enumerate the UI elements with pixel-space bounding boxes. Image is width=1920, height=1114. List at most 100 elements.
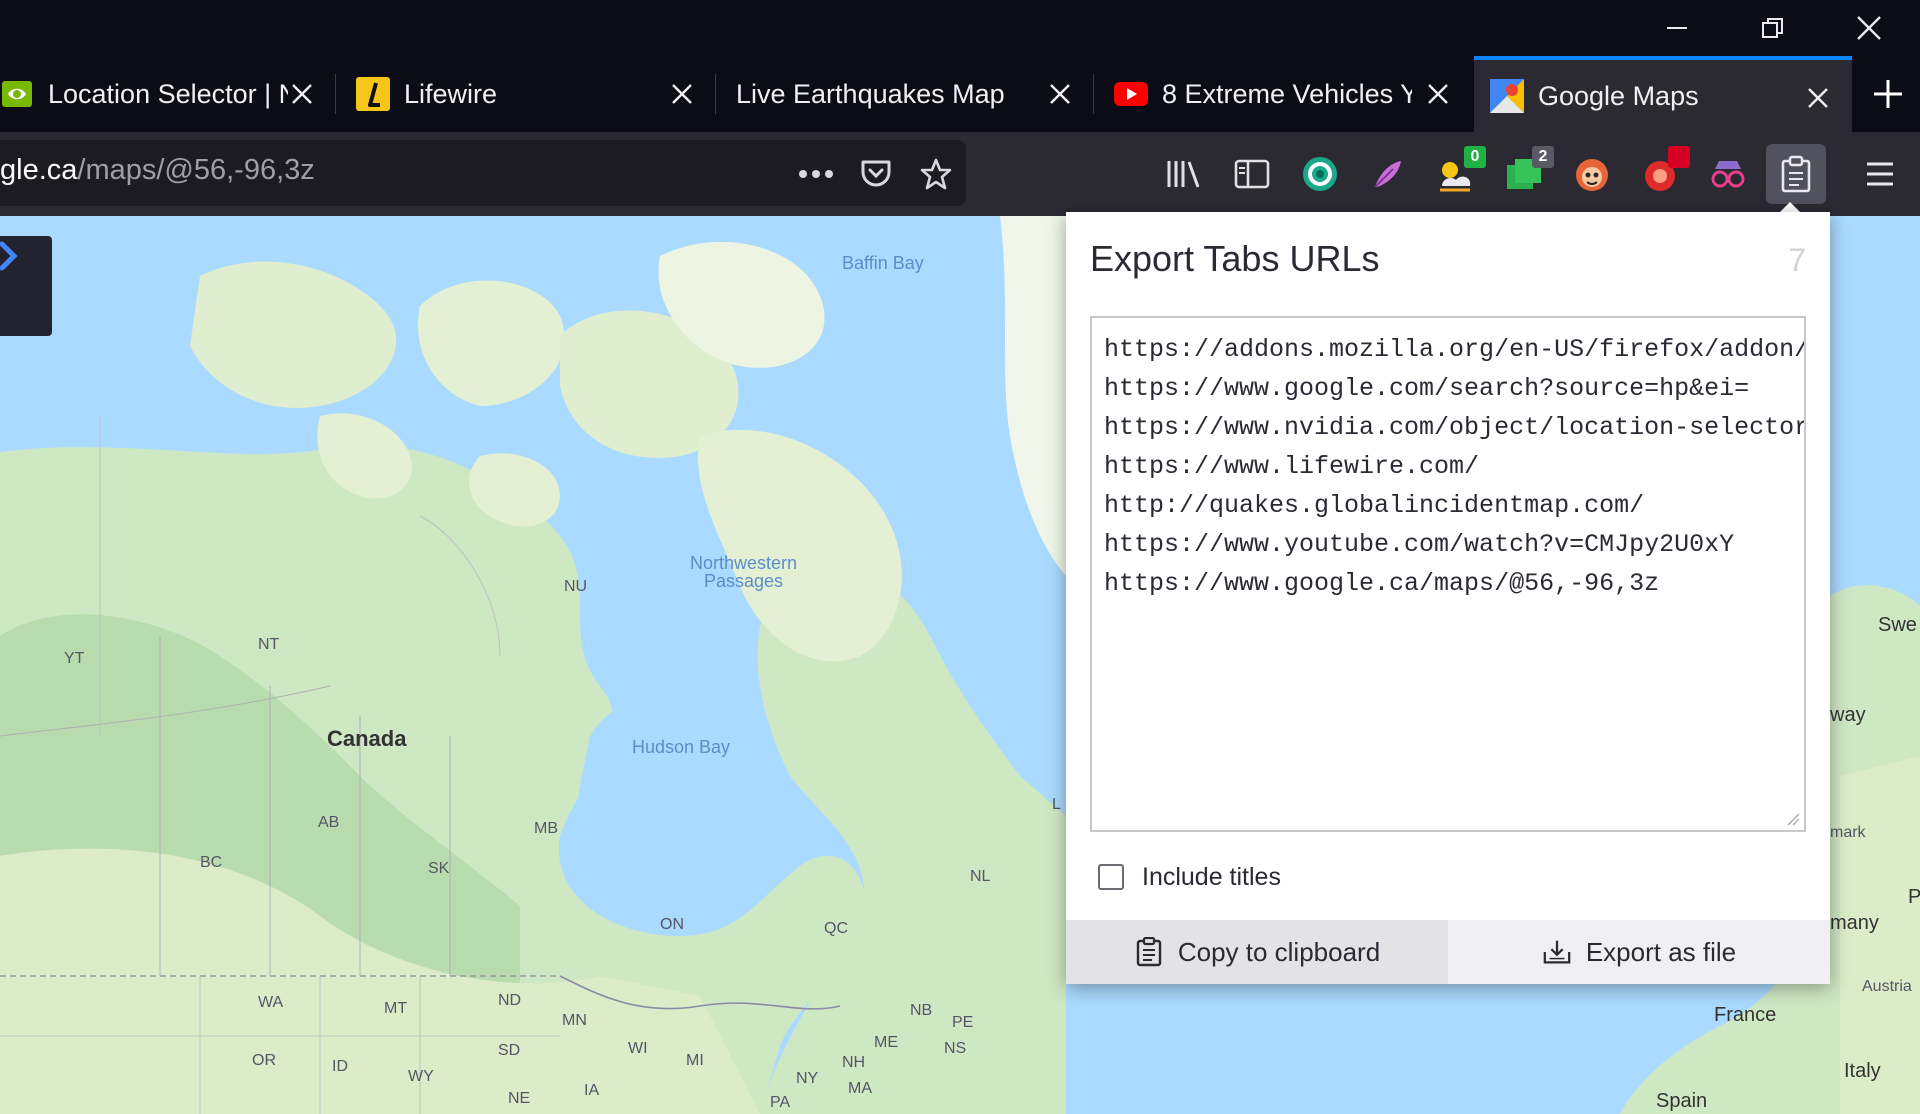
library-icon[interactable] [1162,152,1206,196]
alert-extension-icon[interactable] [1638,146,1690,196]
tab-count: 7 [1788,242,1806,278]
tab-live-earthquakes[interactable]: Live Earthquakes Map [716,56,1094,132]
map-sidebar-toggle[interactable] [0,236,52,336]
url-line: https://www.google.com/search?source=hp&… [1104,374,1750,403]
map-label-ia: IA [584,1082,600,1099]
chevron-right-icon [0,241,18,271]
tab-close-icon[interactable] [668,80,696,108]
map-label-way: way [1830,704,1866,726]
map-label-p: P [1908,886,1920,908]
page-actions-icon[interactable] [796,154,836,194]
google-maps-favicon [1490,79,1524,113]
nvidia-favicon [0,77,34,111]
map-label-nu: NU [564,578,588,595]
menu-hamburger-icon[interactable] [1858,152,1902,196]
map-label-qc: QC [824,920,848,937]
pocket-icon[interactable] [856,154,896,194]
map-label-canada: Canada [327,726,407,751]
map-label-nl: NL [970,868,991,885]
incognito-extension-icon[interactable] [1706,152,1750,196]
map-label-mt: MT [384,1000,408,1017]
tab-close-icon[interactable] [1424,80,1452,108]
url-bar[interactable]: gle.ca/maps/@56,-96,3z [0,140,966,206]
urls-textarea[interactable]: https://addons.mozilla.org/en-US/firefox… [1090,316,1806,832]
lifewire-favicon [356,77,390,111]
map-label-wy: WY [408,1068,434,1085]
map-label-mn: MN [562,1012,587,1029]
map-label-wi: WI [628,1040,648,1057]
sidebar-icon[interactable] [1230,152,1274,196]
map-label-sk: SK [428,860,450,877]
copy-to-clipboard-button[interactable]: Copy to clipboard [1066,920,1448,984]
map-label-many: many [1830,912,1879,934]
tab-google-maps[interactable]: Google Maps [1474,56,1852,132]
map-label-ma: MA [848,1080,872,1097]
map-label-pa: PA [770,1094,791,1111]
map-label-pe: PE [952,1014,974,1031]
url-line: https://www.google.ca/maps/@56,-96,3z [1104,569,1660,598]
tab-strip: Location Selector | NVIDIA Lifewire Live… [0,56,1920,132]
map-label-nb: NB [910,1002,933,1019]
map-label-ns: NS [944,1040,967,1057]
map-label-yt: YT [64,650,85,667]
new-tab-button[interactable] [1866,72,1910,116]
close-icon [1857,16,1881,40]
tab-counter-extension-icon[interactable]: 2 [1502,146,1554,196]
tab-close-icon[interactable] [1046,80,1074,108]
url-text[interactable]: gle.ca/maps/@56,-96,3z [0,154,315,187]
include-titles-row[interactable]: Include titles [1098,860,1281,894]
popup-actions: Copy to clipboard Export as file [1066,920,1830,984]
map-label-nd: ND [498,992,522,1009]
monkey-extension-icon[interactable] [1570,152,1614,196]
plus-icon [1874,80,1902,108]
export-button-label: Export as file [1585,936,1737,967]
restore-button[interactable] [1744,6,1802,50]
map-label-hudson-bay: Hudson Bay [632,737,731,757]
sync-extension-icon[interactable] [1298,152,1342,196]
map-label-me: ME [874,1034,898,1051]
map-label-italy: Italy [1844,1060,1881,1082]
map-label-nh: NH [842,1054,866,1071]
badge-count: 0 [1464,146,1486,168]
map-label-sd: SD [498,1042,521,1059]
map-label-austria: Austria [1862,978,1912,995]
map-label-northwestern-passages: Northwestern Passages [690,553,798,591]
feather-extension-icon[interactable] [1366,152,1410,196]
tab-youtube[interactable]: 8 Extreme Vehicles You [1094,56,1472,132]
badge-count: 2 [1532,146,1554,168]
resize-grip-icon[interactable] [1784,810,1800,826]
clipboard-icon [1781,155,1811,193]
tab-lifewire[interactable]: Lifewire [336,56,716,132]
include-titles-checkbox[interactable] [1098,864,1124,890]
map-label-l: L [1052,796,1061,813]
map-label-or: OR [252,1052,276,1069]
map-label-france: France [1714,1004,1777,1026]
url-line: https://addons.mozilla.org/en-US/firefox… [1104,335,1804,364]
url-line: https://www.lifewire.com/ [1104,452,1480,481]
tab-close-icon[interactable] [288,80,316,108]
url-line: http://quakes.globalincidentmap.com/ [1104,491,1645,520]
map-label-id: ID [332,1058,348,1075]
map-label-mark: mark [1830,824,1866,841]
map-label-ab: AB [318,814,340,831]
map-label-mb: MB [534,820,558,837]
weather-extension-icon[interactable]: 0 [1434,146,1486,196]
map-label-nt: NT [258,636,280,653]
copy-button-label: Copy to clipboard [1177,936,1381,967]
map-label-on: ON [660,916,684,933]
tab-location-selector[interactable]: Location Selector | NVIDIA [0,56,336,132]
nav-toolbar: gle.ca/maps/@56,-96,3z 0 2 [0,132,1920,216]
tab-close-icon[interactable] [1804,84,1832,112]
url-line: https://www.youtube.com/watch?v=CMJpy2U0… [1104,530,1735,559]
close-window-button[interactable] [1840,6,1898,50]
map-label-spain: Spain [1656,1090,1708,1112]
map-label-mi: MI [686,1052,704,1069]
tab-label: 8 Extreme Vehicles You [1162,78,1412,109]
map-label-wa: WA [258,994,284,1011]
export-as-file-button[interactable]: Export as file [1448,920,1830,984]
minimize-icon [1667,27,1687,29]
bookmark-star-icon[interactable] [916,154,956,194]
popup-title: Export Tabs URLs [1090,238,1380,279]
export-tabs-extension-button[interactable] [1766,144,1826,204]
minimize-button[interactable] [1648,6,1706,50]
